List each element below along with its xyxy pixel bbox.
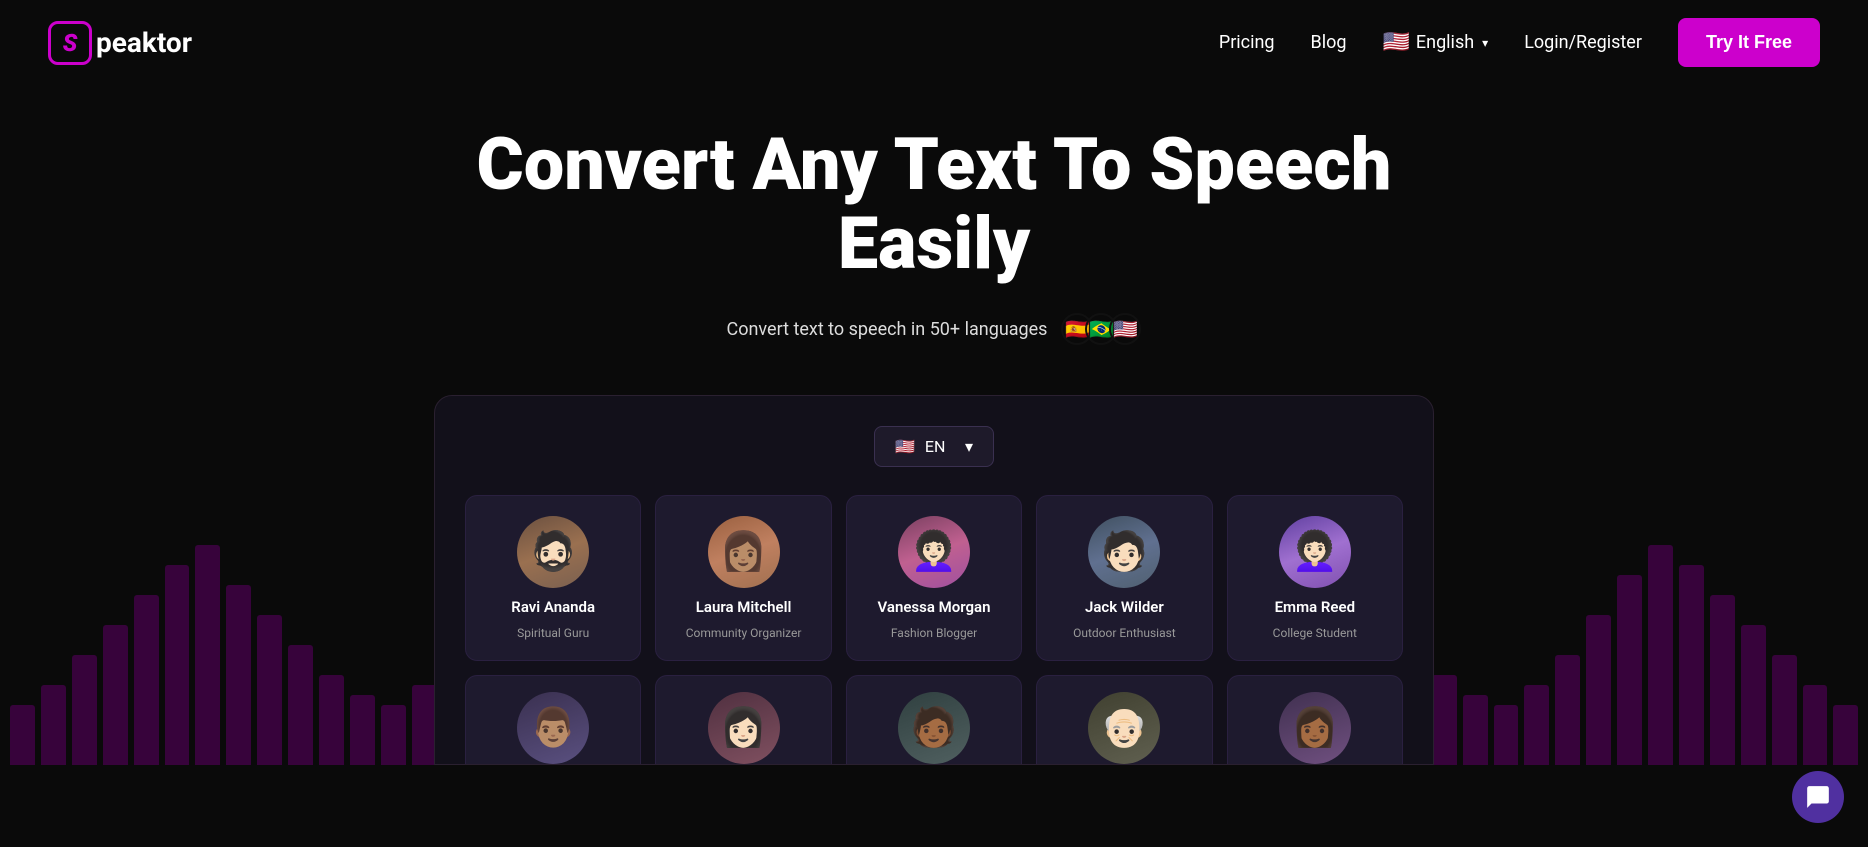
hero-section: Convert Any Text To Speech Easily Conver…	[0, 85, 1868, 765]
nav-links: Pricing Blog 🇺🇸 English ▾ Login/Register…	[1219, 18, 1820, 67]
app-panel: 🇺🇸 EN ▾ 🧔🏻 Ravi Ananda Spiritual Guru 👩🏽 Lau…	[434, 395, 1434, 765]
wave-bar	[1803, 685, 1828, 765]
wave-bar	[381, 705, 406, 765]
lang-flag: 🇺🇸	[1383, 30, 1410, 55]
voice-name-jack: Jack Wilder	[1085, 598, 1164, 616]
nav-pricing[interactable]: Pricing	[1219, 32, 1275, 53]
voice-cards-row: 🧔🏻 Ravi Ananda Spiritual Guru 👩🏽 Laura Mitch…	[465, 495, 1403, 661]
avatar-partial-2: 🧑🏾	[898, 692, 970, 764]
avatar-vanessa: 👩🏻‍🦱	[898, 516, 970, 588]
wave-bar	[1586, 615, 1611, 765]
avatar-laura: 👩🏽	[708, 516, 780, 588]
dropdown-chevron-icon: ▾	[965, 437, 973, 456]
avatar-jack: 🧑🏻	[1088, 516, 1160, 588]
hero-subtitle: Convert text to speech in 50+ languages …	[20, 313, 1848, 345]
wave-bar	[1710, 595, 1735, 765]
avatar-emma: 👩🏻‍🦱	[1279, 516, 1351, 588]
chat-widget[interactable]	[1792, 771, 1844, 823]
wave-bar	[72, 655, 97, 765]
voice-name-laura: Laura Mitchell	[696, 598, 792, 616]
wave-bar	[165, 565, 190, 765]
language-dropdown[interactable]: 🇺🇸 EN ▾	[874, 426, 994, 467]
voice-card-partial-0[interactable]: 👨🏽	[465, 675, 641, 764]
wave-bar	[10, 705, 35, 765]
try-it-free-button[interactable]: Try It Free	[1678, 18, 1820, 67]
chat-icon	[1805, 784, 1831, 810]
voice-name-vanessa: Vanessa Morgan	[878, 598, 991, 616]
wave-bar	[41, 685, 66, 765]
wave-bar	[1432, 675, 1457, 765]
voice-role-ravi: Spiritual Guru	[517, 626, 589, 640]
voice-card-ravi[interactable]: 🧔🏻 Ravi Ananda Spiritual Guru	[465, 495, 641, 661]
avatar-partial-4: 👩🏾	[1279, 692, 1351, 764]
wave-bar	[1494, 705, 1519, 765]
navbar: S peaktor Pricing Blog 🇺🇸 English ▾ Logi…	[0, 0, 1868, 85]
voice-card-emma[interactable]: 👩🏻‍🦱 Emma Reed College Student	[1227, 495, 1403, 661]
voice-name-emma: Emma Reed	[1275, 598, 1355, 616]
wave-bar	[134, 595, 159, 765]
voice-card-partial-4[interactable]: 👩🏾	[1227, 675, 1403, 764]
voice-role-jack: Outdoor Enthusiast	[1073, 626, 1176, 640]
wave-bar	[103, 625, 128, 765]
wave-bar	[1617, 575, 1642, 765]
voice-card-partial-1[interactable]: 👩🏻	[655, 675, 831, 764]
voice-card-jack[interactable]: 🧑🏻 Jack Wilder Outdoor Enthusiast	[1036, 495, 1212, 661]
voice-name-ravi: Ravi Ananda	[511, 598, 595, 616]
wave-bar	[412, 685, 437, 765]
voice-role-laura: Community Organizer	[686, 626, 802, 640]
flag-us: 🇺🇸	[1109, 313, 1141, 345]
wave-bar	[1463, 695, 1488, 765]
avatar-partial-0: 👨🏽	[517, 692, 589, 764]
wave-bar	[1741, 625, 1766, 765]
voice-cards-row-2: 👨🏽 👩🏻 🧑🏾 👴🏻 👩🏾	[465, 675, 1403, 764]
dropdown-flag: 🇺🇸	[895, 437, 915, 456]
voice-card-laura[interactable]: 👩🏽 Laura Mitchell Community Organizer	[655, 495, 831, 661]
wave-bar	[257, 615, 282, 765]
wave-bar	[1524, 685, 1549, 765]
wave-bar	[288, 645, 313, 765]
wave-bar	[226, 585, 251, 765]
chevron-down-icon: ▾	[1482, 36, 1488, 50]
logo-text: peaktor	[96, 26, 192, 59]
voice-card-vanessa[interactable]: 👩🏻‍🦱 Vanessa Morgan Fashion Blogger	[846, 495, 1022, 661]
voice-role-vanessa: Fashion Blogger	[891, 626, 977, 640]
hero-title: Convert Any Text To Speech Easily	[384, 125, 1484, 283]
voice-card-partial-3[interactable]: 👴🏻	[1036, 675, 1212, 764]
language-selector[interactable]: 🇺🇸 English ▾	[1383, 30, 1489, 55]
avatar-partial-1: 👩🏻	[708, 692, 780, 764]
dropdown-code: EN	[925, 437, 946, 456]
lang-label: English	[1416, 32, 1474, 53]
avatar-ravi: 🧔🏻	[517, 516, 589, 588]
wave-bar	[1648, 545, 1673, 765]
voice-card-partial-2[interactable]: 🧑🏾	[846, 675, 1022, 764]
wave-bar	[1833, 705, 1858, 765]
language-flags: 🇪🇸 🇧🇷 🇺🇸	[1061, 313, 1141, 345]
wave-bar	[195, 545, 220, 765]
logo-icon: S	[48, 21, 92, 65]
logo[interactable]: S peaktor	[48, 21, 192, 65]
wave-bar	[350, 695, 375, 765]
subtitle-text: Convert text to speech in 50+ languages	[727, 319, 1048, 340]
wave-bar	[1679, 565, 1704, 765]
voice-role-emma: College Student	[1273, 626, 1357, 640]
login-register-link[interactable]: Login/Register	[1524, 32, 1642, 53]
avatar-partial-3: 👴🏻	[1088, 692, 1160, 764]
nav-blog[interactable]: Blog	[1311, 32, 1347, 53]
wave-bar	[1555, 655, 1580, 765]
wave-bar	[319, 675, 344, 765]
wave-bar	[1772, 655, 1797, 765]
language-dropdown-container: 🇺🇸 EN ▾	[465, 426, 1403, 467]
